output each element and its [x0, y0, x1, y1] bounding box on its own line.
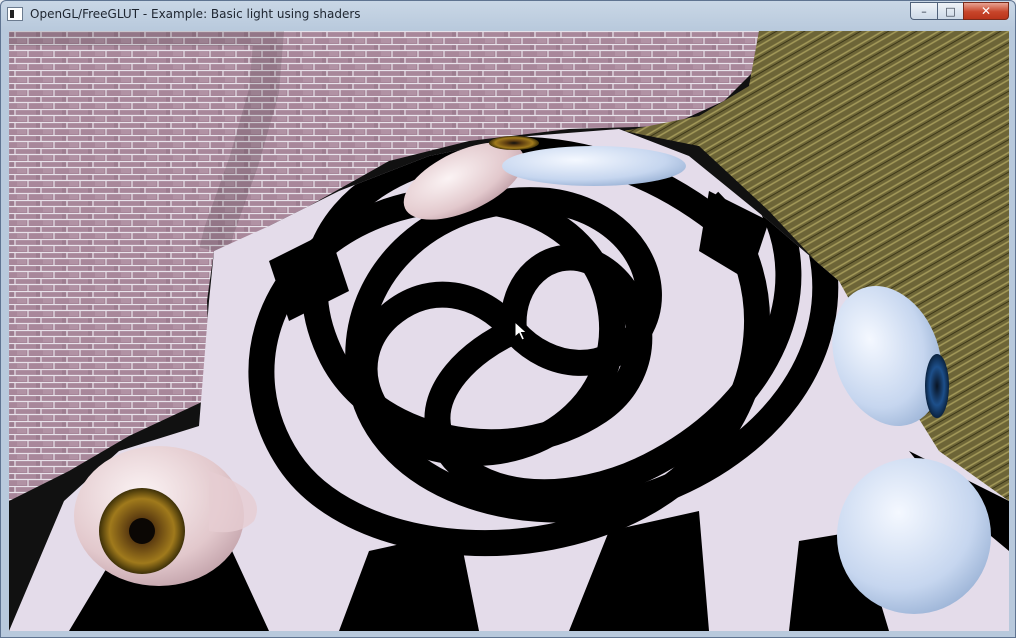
- close-button[interactable]: ✕: [963, 2, 1009, 20]
- window-title: OpenGL/FreeGLUT - Example: Basic light u…: [30, 7, 361, 21]
- glut-window[interactable]: OpenGL/FreeGLUT - Example: Basic light u…: [0, 0, 1016, 638]
- minimize-button[interactable]: –: [910, 2, 937, 20]
- eyeball-blue-back: [502, 146, 686, 186]
- eyeball-blue-bottom: [837, 458, 991, 614]
- maximize-button[interactable]: □: [937, 2, 963, 20]
- app-icon[interactable]: [7, 7, 23, 21]
- title-bar[interactable]: OpenGL/FreeGLUT - Example: Basic light u…: [1, 1, 1015, 29]
- mouse-cursor-icon: [514, 321, 528, 341]
- rendered-scene: [9, 31, 1009, 631]
- caption-buttons: – □ ✕: [910, 2, 1009, 21]
- render-viewport[interactable]: [9, 31, 1009, 631]
